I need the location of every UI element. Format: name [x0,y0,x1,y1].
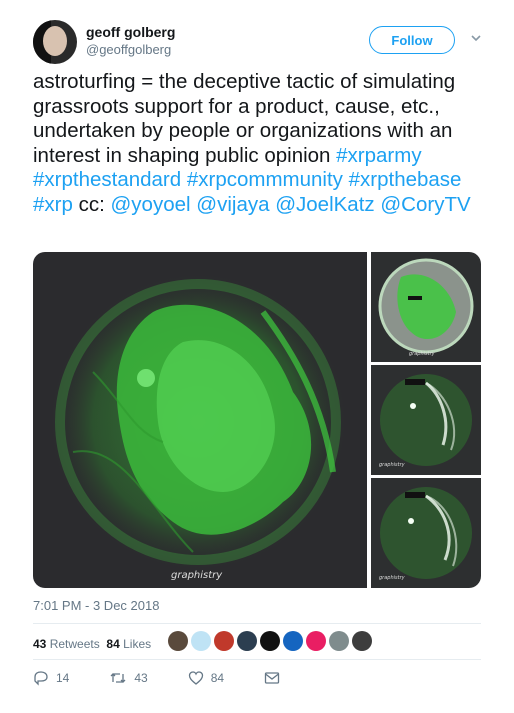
liker-avatars [168,631,372,653]
reply-icon [34,671,48,686]
graph-thumbnail-1[interactable]: graphistry [371,252,481,362]
hashtag-link[interactable]: #xrpthestandard [33,168,181,191]
retweet-icon [110,673,126,683]
divider [33,659,481,660]
envelope-icon [264,672,280,684]
graphistry-watermark: graphistry [409,351,435,357]
mention-link[interactable]: @vijaya [196,193,269,216]
user-avatar[interactable] [33,20,77,64]
cc-label: cc: [78,192,105,216]
retweets-count[interactable]: 43 [33,637,46,651]
hashtag-link[interactable]: #xrpthebase [349,168,462,191]
mention-link[interactable]: @CoryTV [380,193,470,216]
chevron-down-icon[interactable] [468,30,484,46]
tweet: geoff golberg @geoffgolberg Follow astro… [0,0,514,713]
graph-thumbnail-3[interactable]: graphistry [371,478,481,588]
liker-avatar[interactable] [329,631,349,651]
hashtag-link[interactable]: #xrparmy [336,144,421,167]
liker-avatar[interactable] [214,631,234,651]
mention-link[interactable]: @yoyoel [111,193,191,216]
mention-link[interactable]: @JoelKatz [275,193,374,216]
tweet-actions: 14 43 84 [33,668,320,688]
message-action[interactable] [264,670,280,686]
graphistry-watermark: graphistry [379,462,405,468]
graphistry-watermark: graphistry [171,570,223,581]
blue-logo-avatar[interactable] [283,631,303,651]
divider [33,623,481,624]
user-name[interactable]: geoff golberg [86,24,175,40]
graphistry-watermark: graphistry [379,575,405,581]
tweet-media[interactable]: graphistry graphistry graphistry graphis… [33,252,481,588]
hashtag-link[interactable]: #xrp [33,193,73,216]
tweet-timestamp[interactable]: 7:01 PM - 3 Dec 2018 [33,598,159,613]
graph-thumbnail-2[interactable]: graphistry [371,365,481,475]
tweet-text: astroturfing = the deceptive tactic of s… [33,70,493,217]
snowflake-avatar[interactable] [191,631,211,651]
liker-avatar[interactable] [237,631,257,651]
retweet-count: 43 [134,671,148,685]
retweet-action[interactable]: 43 [109,670,148,686]
like-count: 84 [210,671,225,685]
liker-avatar[interactable] [352,631,372,651]
engagement-stats: 43 Retweets 84 Likes [33,637,151,651]
likes-count[interactable]: 84 [106,637,119,651]
reply-count: 14 [56,671,70,685]
like-action[interactable]: 84 [188,670,224,686]
user-handle[interactable]: @geoffgolberg [86,42,171,57]
follow-button[interactable]: Follow [369,26,455,54]
retweets-label[interactable]: Retweets [50,637,100,651]
bird-avatar[interactable] [260,631,280,651]
network-graph-image[interactable]: graphistry [33,252,367,588]
likes-label[interactable]: Likes [123,637,151,651]
hashtag-link[interactable]: #xrpcommmunity [187,168,343,191]
liker-avatar[interactable] [168,631,188,651]
heart-icon [188,671,203,685]
reply-action[interactable]: 14 [33,670,69,686]
pink-logo-avatar[interactable] [306,631,326,651]
